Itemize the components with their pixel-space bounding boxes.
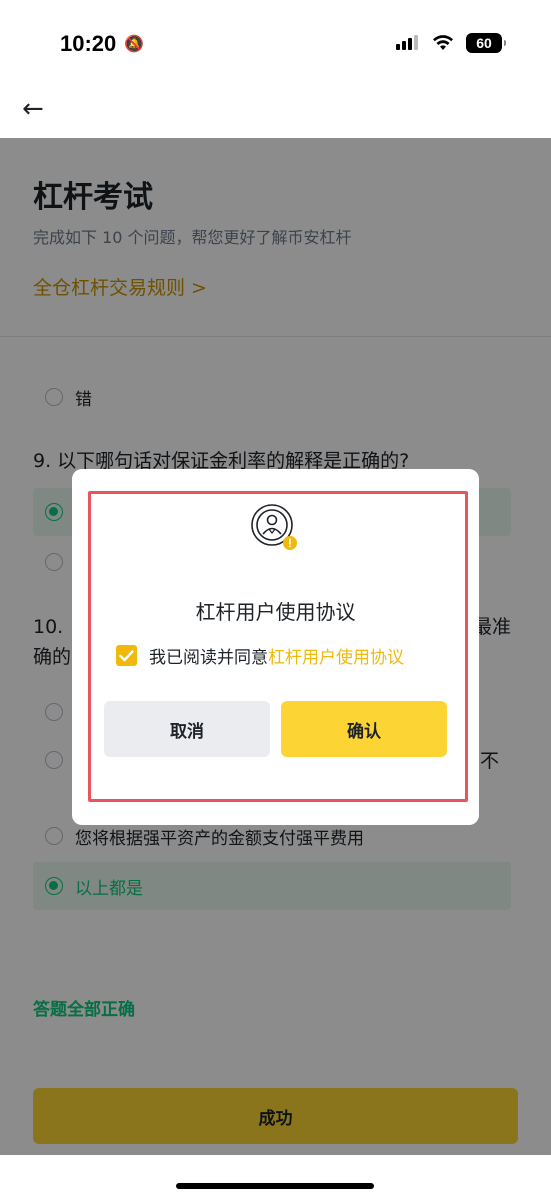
- bottom-bar: [0, 1155, 551, 1200]
- home-indicator[interactable]: [176, 1183, 374, 1189]
- user-agreement-icon: [251, 504, 297, 550]
- dialog-title: 杠杆用户使用协议: [195, 600, 356, 624]
- wifi-icon: [432, 32, 454, 56]
- bell-muted-icon: 🔕: [124, 34, 144, 53]
- checkbox-checked-icon[interactable]: [116, 645, 137, 666]
- status-bar: 10:20 🔕 60: [0, 0, 551, 90]
- agree-row: 我已阅读并同意 杠杆用户使用协议: [116, 643, 404, 668]
- status-time: 10:20: [60, 31, 117, 56]
- back-arrow-icon[interactable]: ←: [22, 94, 44, 124]
- confirm-button[interactable]: 确认: [281, 701, 447, 757]
- signal-icon: [396, 34, 418, 50]
- cancel-button[interactable]: 取消: [104, 701, 270, 757]
- battery-icon: 60: [466, 33, 506, 53]
- agree-text: 我已阅读并同意: [149, 648, 268, 668]
- agreement-link[interactable]: 杠杆用户使用协议: [268, 643, 404, 668]
- nav-bar: ←: [0, 90, 551, 138]
